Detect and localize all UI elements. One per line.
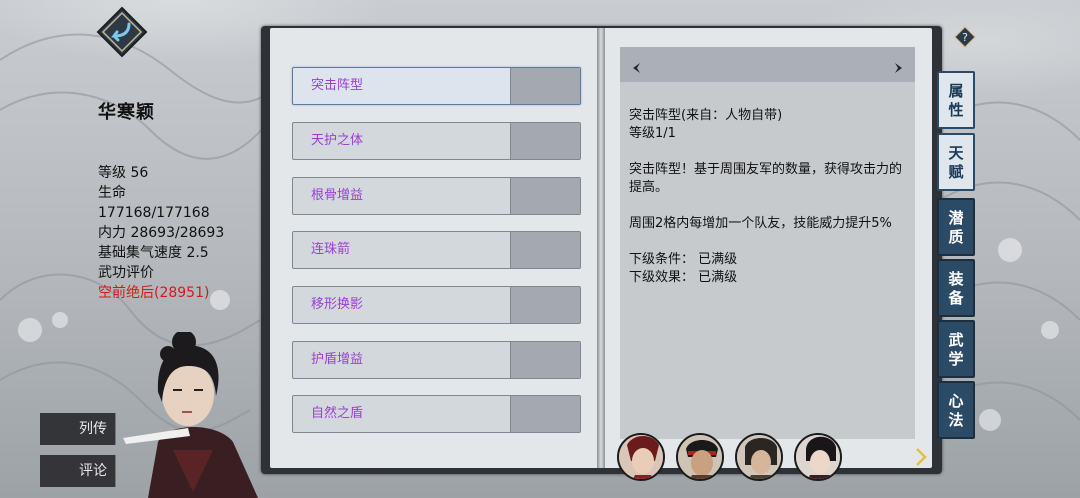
skill-slot bbox=[510, 396, 580, 432]
skill-name: 移形换影 bbox=[311, 297, 364, 312]
skill-name: 根骨增益 bbox=[311, 188, 364, 203]
skill-level: 等级1/1 bbox=[629, 126, 676, 141]
tab-label: 心法 bbox=[948, 392, 964, 429]
tab-potential[interactable]: 潜质 bbox=[937, 198, 975, 256]
level-text: 等级 56 bbox=[98, 165, 149, 181]
skill-slot bbox=[510, 68, 580, 104]
team-avatar[interactable] bbox=[617, 433, 665, 481]
character-name: 华寒颖 bbox=[98, 102, 155, 123]
tab-inner-art[interactable]: 心法 bbox=[937, 381, 975, 439]
next-level-effect: 下级效果： 已满级 bbox=[629, 270, 738, 285]
tab-label: 天赋 bbox=[948, 144, 964, 181]
prev-skill-button[interactable] bbox=[630, 59, 642, 78]
back-arrow-icon bbox=[96, 6, 148, 58]
character-portrait bbox=[118, 330, 268, 498]
tab-equipment[interactable]: 装备 bbox=[937, 259, 975, 317]
skill-item[interactable]: 移形换影 bbox=[292, 286, 581, 324]
skill-slot bbox=[510, 123, 580, 159]
skill-desc-effect: 周围2格内每增加一个队友，技能威力提升5% bbox=[629, 216, 892, 231]
skill-item[interactable]: 突击阵型 bbox=[292, 67, 581, 105]
skill-name: 突击阵型 bbox=[311, 78, 364, 93]
tab-label: 潜质 bbox=[948, 209, 964, 246]
detail-header bbox=[620, 47, 915, 82]
skill-item[interactable]: 护盾增益 bbox=[292, 341, 581, 379]
qi-speed-text: 基础集气速度 2.5 bbox=[98, 245, 209, 261]
skill-item[interactable]: 自然之盾 bbox=[292, 395, 581, 433]
rating-label: 武功评价 bbox=[98, 265, 154, 281]
tab-martial-arts[interactable]: 武学 bbox=[937, 320, 975, 378]
skill-name: 连珠箭 bbox=[311, 242, 351, 257]
next-skill-button[interactable] bbox=[893, 59, 905, 78]
tab-label: 装备 bbox=[948, 270, 964, 307]
hp-value: 177168/177168 bbox=[98, 205, 210, 221]
book-spine bbox=[597, 28, 605, 468]
skill-slot bbox=[510, 178, 580, 214]
tab-label: 武学 bbox=[948, 331, 964, 368]
mp-text: 内力 28693/28693 bbox=[98, 225, 225, 241]
chevron-right-icon bbox=[895, 63, 902, 73]
skill-desc-main: 突击阵型！基于周围友军的数量，获得攻击力的提高。 bbox=[629, 162, 903, 195]
back-button[interactable] bbox=[96, 6, 148, 58]
skill-description: 突击阵型(来自：人物自带) 等级1/1 突击阵型！基于周围友军的数量，获得攻击力… bbox=[629, 107, 909, 287]
skill-name: 护盾增益 bbox=[311, 352, 364, 367]
tab-attributes[interactable]: 属性 bbox=[937, 71, 975, 129]
next-level-condition: 下级条件： 已满级 bbox=[629, 252, 738, 267]
hp-label: 生命 bbox=[98, 185, 126, 201]
skill-slot bbox=[510, 287, 580, 323]
team-avatar[interactable] bbox=[794, 433, 842, 481]
rating-value: 空前绝后(28951) bbox=[98, 285, 210, 301]
team-next-button[interactable] bbox=[914, 447, 928, 471]
team-avatar[interactable] bbox=[735, 433, 783, 481]
team-avatar[interactable] bbox=[676, 433, 724, 481]
skill-title: 突击阵型(来自：人物自带) bbox=[629, 108, 783, 123]
biography-button[interactable]: 列传 bbox=[40, 413, 116, 445]
chevron-left-icon bbox=[633, 63, 640, 73]
skill-name: 自然之盾 bbox=[311, 406, 364, 421]
tab-talents[interactable]: 天赋 bbox=[937, 133, 975, 191]
tab-label: 属性 bbox=[948, 82, 964, 119]
svg-text:?: ? bbox=[962, 31, 968, 44]
skill-slot bbox=[510, 342, 580, 378]
skill-item[interactable]: 根骨增益 bbox=[292, 177, 581, 215]
skill-item[interactable]: 连珠箭 bbox=[292, 231, 581, 269]
help-button[interactable]: ? bbox=[954, 26, 976, 48]
question-icon: ? bbox=[954, 26, 976, 48]
character-stats: 等级 56 生命 177168/177168 内力 28693/28693 基础… bbox=[98, 163, 224, 303]
arrow-right-icon bbox=[916, 448, 927, 466]
skill-name: 天护之体 bbox=[311, 133, 364, 148]
skill-item[interactable]: 天护之体 bbox=[292, 122, 581, 160]
comment-button[interactable]: 评论 bbox=[40, 455, 116, 487]
skill-slot bbox=[510, 232, 580, 268]
